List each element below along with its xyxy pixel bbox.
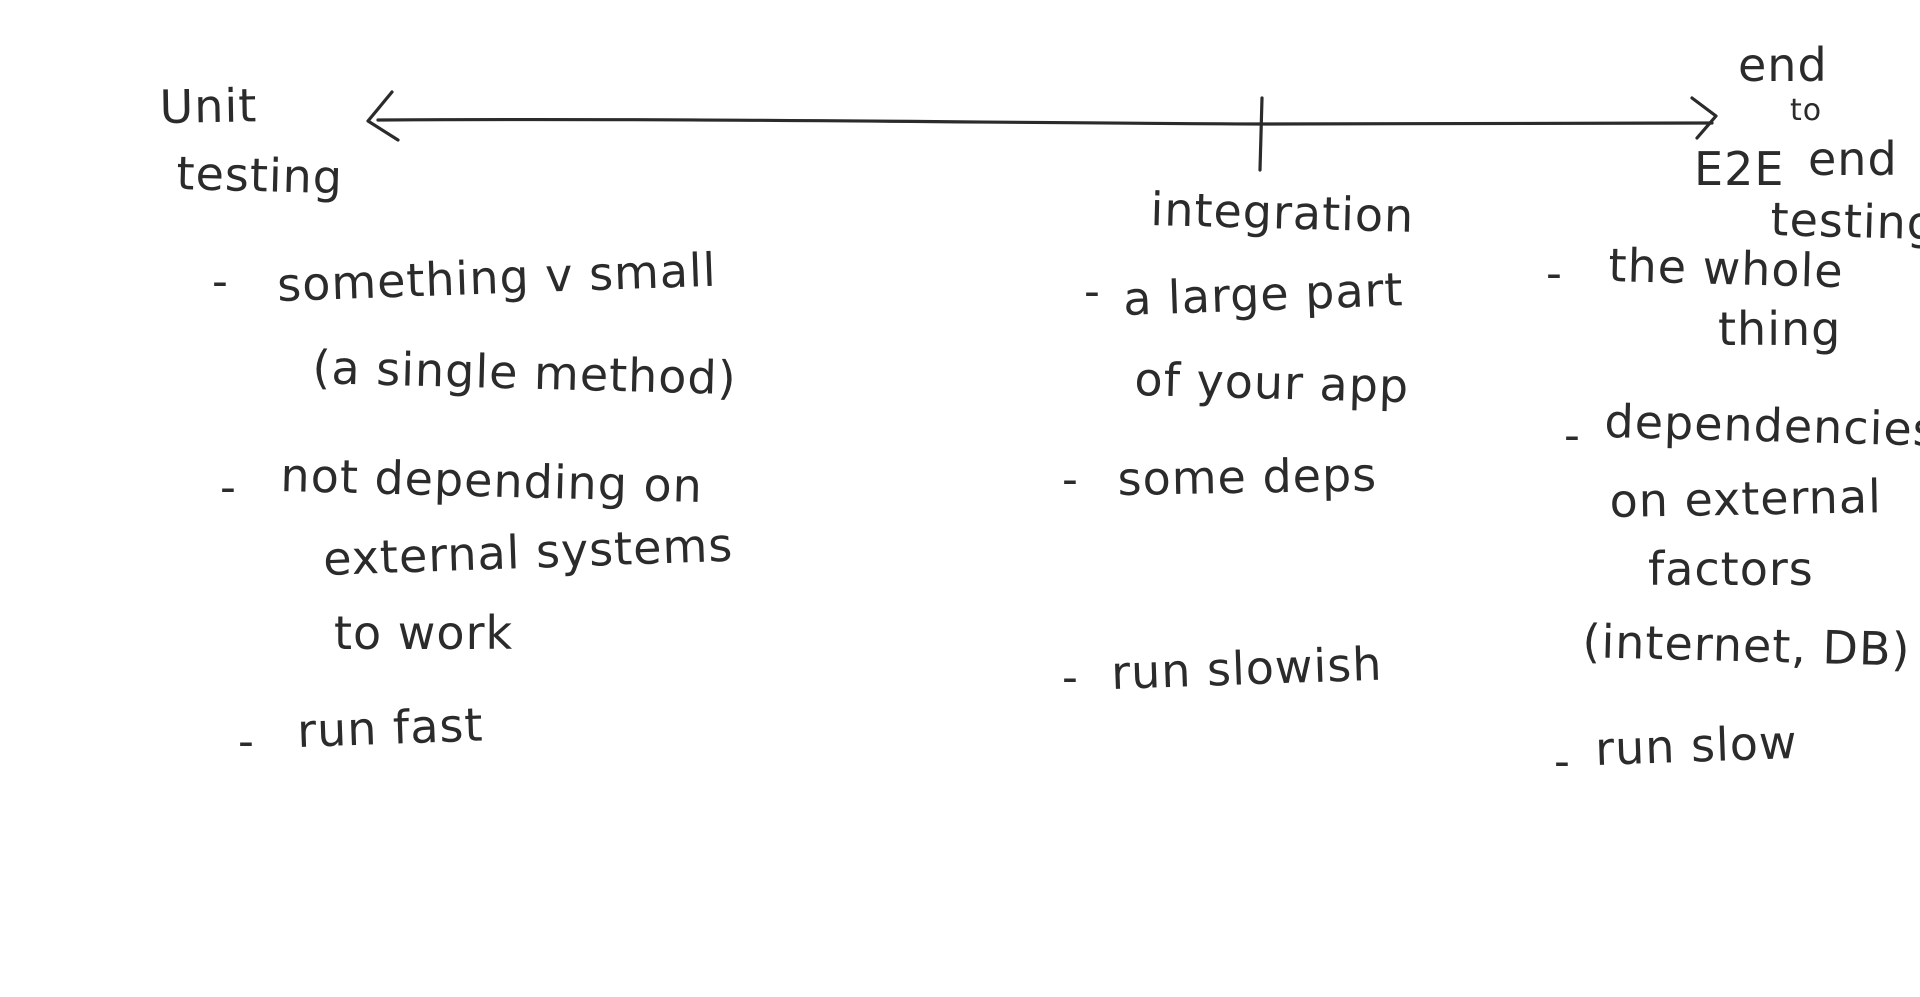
e2e-bullet-1-dash: - — [1546, 248, 1563, 299]
e2e-abbrev-label: E2E — [1694, 142, 1785, 196]
integration-bullet-2-line-1: some deps — [1117, 447, 1378, 506]
e2e-bullet-3-line-1: run slow — [1594, 714, 1799, 776]
e2e-label-end-2: end — [1808, 132, 1898, 186]
integration-bullet-1-dash: - — [1084, 266, 1101, 317]
e2e-bullet-3-dash: - — [1554, 736, 1571, 787]
e2e-label-end-1: end — [1738, 38, 1828, 92]
unit-bullet-3-line-1: run fast — [296, 697, 485, 758]
left-arrowhead — [366, 90, 400, 142]
e2e-bullet-2-line-1: dependencies — [1603, 394, 1920, 457]
unit-bullet-1-line-2: (a single method) — [311, 340, 738, 406]
integration-bullet-3-dash: - — [1062, 652, 1079, 703]
unit-label-line-2: testing — [175, 146, 344, 205]
e2e-bullet-2-line-3: factors — [1648, 542, 1814, 596]
e2e-bullet-2-line-2: on external — [1609, 469, 1883, 528]
unit-label-line-1: Unit — [159, 78, 258, 134]
whiteboard-canvas: Unit testing integration end to E2E end … — [0, 0, 1920, 997]
integration-bullet-3-line-1: run slowish — [1110, 636, 1384, 700]
unit-bullet-2-line-3: to work — [334, 606, 514, 660]
unit-bullet-2-dash: - — [220, 462, 237, 513]
integration-tick — [1258, 96, 1264, 172]
unit-bullet-1-dash: - — [212, 256, 229, 307]
integration-bullet-1-line-2: of your app — [1133, 352, 1410, 414]
e2e-bullet-1-line-2: thing — [1718, 302, 1842, 356]
e2e-label-to: to — [1790, 93, 1823, 128]
unit-bullet-3-dash: - — [238, 716, 255, 767]
unit-bullet-1-line-1: something v small — [276, 242, 718, 312]
e2e-bullet-2-line-4: (internet, DB) — [1581, 614, 1912, 677]
arrow-shaft — [376, 117, 1714, 127]
integration-label: integration — [1149, 182, 1415, 243]
e2e-bullet-2-dash: - — [1564, 410, 1581, 461]
integration-bullet-2-dash: - — [1062, 454, 1079, 505]
unit-bullet-2-line-2: external systems — [322, 517, 735, 586]
unit-bullet-2-line-1: not depending on — [279, 448, 704, 514]
integration-bullet-1-line-1: a large part — [1122, 262, 1405, 326]
e2e-bullet-1-line-1: the whole — [1607, 238, 1845, 299]
e2e-label-testing: testing — [1769, 192, 1920, 251]
right-arrowhead — [1690, 96, 1718, 140]
